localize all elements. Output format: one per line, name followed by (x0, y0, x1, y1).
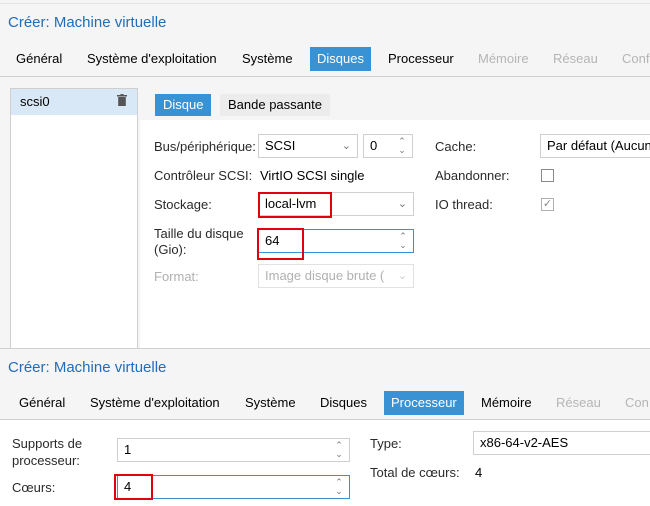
highlight-disk-size (257, 228, 304, 260)
dialog-title: Créer: Machine virtuelle (8, 359, 167, 376)
disk-size-label-line2: (Gio): (154, 242, 187, 257)
tab-divider (0, 76, 650, 77)
disk-list-item-label: scsi0 (20, 94, 50, 109)
top-border (0, 3, 650, 4)
tab-confirm: Con (625, 395, 649, 410)
bus-value: SCSI (265, 138, 296, 153)
bus-index-value: 0 (370, 138, 378, 153)
format-value: Image disque brute ( (265, 268, 385, 283)
tab-system[interactable]: Système (238, 391, 303, 415)
highlight-storage (258, 192, 332, 218)
subtab-bandwidth[interactable]: Bande passante (220, 94, 330, 116)
tab-processor[interactable]: Processeur (381, 47, 461, 71)
disk-size-label-line1: Taille du disque (154, 226, 244, 241)
sockets-input[interactable]: 1 ⌃ ⌄ (117, 438, 350, 462)
cpu-type-value: x86-64-v2-AES (480, 435, 569, 450)
chevron-down-icon: ⌄ (397, 270, 407, 282)
controller-value: VirtIO SCSI single (260, 168, 365, 183)
spinner-icon[interactable]: ⌃ ⌄ (398, 232, 408, 250)
tab-confirm: Conf (622, 51, 650, 66)
tab-network: Réseau (553, 51, 598, 66)
cache-value: Par défaut (Aucun (547, 138, 650, 153)
tab-memory: Mémoire (478, 51, 529, 66)
tab-processor[interactable]: Processeur (384, 391, 464, 415)
dialog-create-vm-disks: Créer: Machine virtuelle Général Système… (0, 0, 650, 348)
bus-select[interactable]: SCSI ⌄ (258, 134, 358, 158)
chevron-down-icon: ⌄ (397, 198, 407, 210)
tab-general[interactable]: Général (9, 47, 69, 71)
disk-list-item-scsi0[interactable]: scsi0 (11, 89, 137, 115)
dialog-title: Créer: Machine virtuelle (8, 14, 167, 31)
chevron-down-icon: ⌄ (341, 140, 351, 152)
tab-memory[interactable]: Mémoire (474, 391, 539, 415)
tab-os[interactable]: Système d'exploitation (80, 47, 224, 71)
cache-label: Cache: (435, 139, 477, 154)
cache-select[interactable]: Par défaut (Aucun (540, 134, 650, 158)
format-select: Image disque brute ( ⌄ (258, 264, 414, 288)
controller-label: Contrôleur SCSI: (154, 168, 253, 183)
iothread-label: IO thread: (435, 197, 493, 212)
tab-disks[interactable]: Disques (313, 391, 374, 415)
tab-general[interactable]: Général (12, 391, 72, 415)
trash-icon[interactable] (117, 94, 127, 106)
type-label: Type: (370, 436, 402, 451)
disk-list: scsi0 (10, 88, 138, 348)
sockets-label-line1: Supports de (12, 436, 83, 451)
cores-label: Cœurs: (12, 480, 56, 495)
discard-checkbox[interactable] (541, 169, 554, 182)
spinner-icon[interactable]: ⌃ ⌄ (334, 478, 344, 496)
tab-network: Réseau (556, 395, 601, 410)
tab-system[interactable]: Système (235, 47, 300, 71)
iothread-checkbox[interactable]: ✓ (541, 198, 554, 211)
tab-disks[interactable]: Disques (310, 47, 371, 71)
cpu-type-select[interactable]: x86-64-v2-AES (473, 431, 650, 455)
total-cores-label: Total de cœurs: (370, 465, 460, 480)
subtab-disk[interactable]: Disque (155, 94, 212, 116)
bus-label: Bus/périphérique: (154, 139, 256, 154)
format-label: Format: (154, 269, 199, 284)
sockets-label-line2: processeur: (12, 453, 80, 468)
discard-label: Abandonner: (435, 168, 510, 183)
spinner-icon[interactable]: ⌃ ⌄ (397, 137, 407, 155)
storage-label: Stockage: (154, 197, 212, 212)
total-cores-value: 4 (475, 465, 483, 480)
tab-os[interactable]: Système d'exploitation (83, 391, 227, 415)
sockets-value: 1 (124, 442, 132, 457)
bus-index-stepper[interactable]: 0 ⌃ ⌄ (363, 134, 413, 158)
highlight-cores (114, 474, 153, 500)
spinner-icon[interactable]: ⌃ ⌄ (334, 441, 344, 459)
dialog-create-vm-processor: Créer: Machine virtuelle Général Système… (0, 348, 650, 506)
